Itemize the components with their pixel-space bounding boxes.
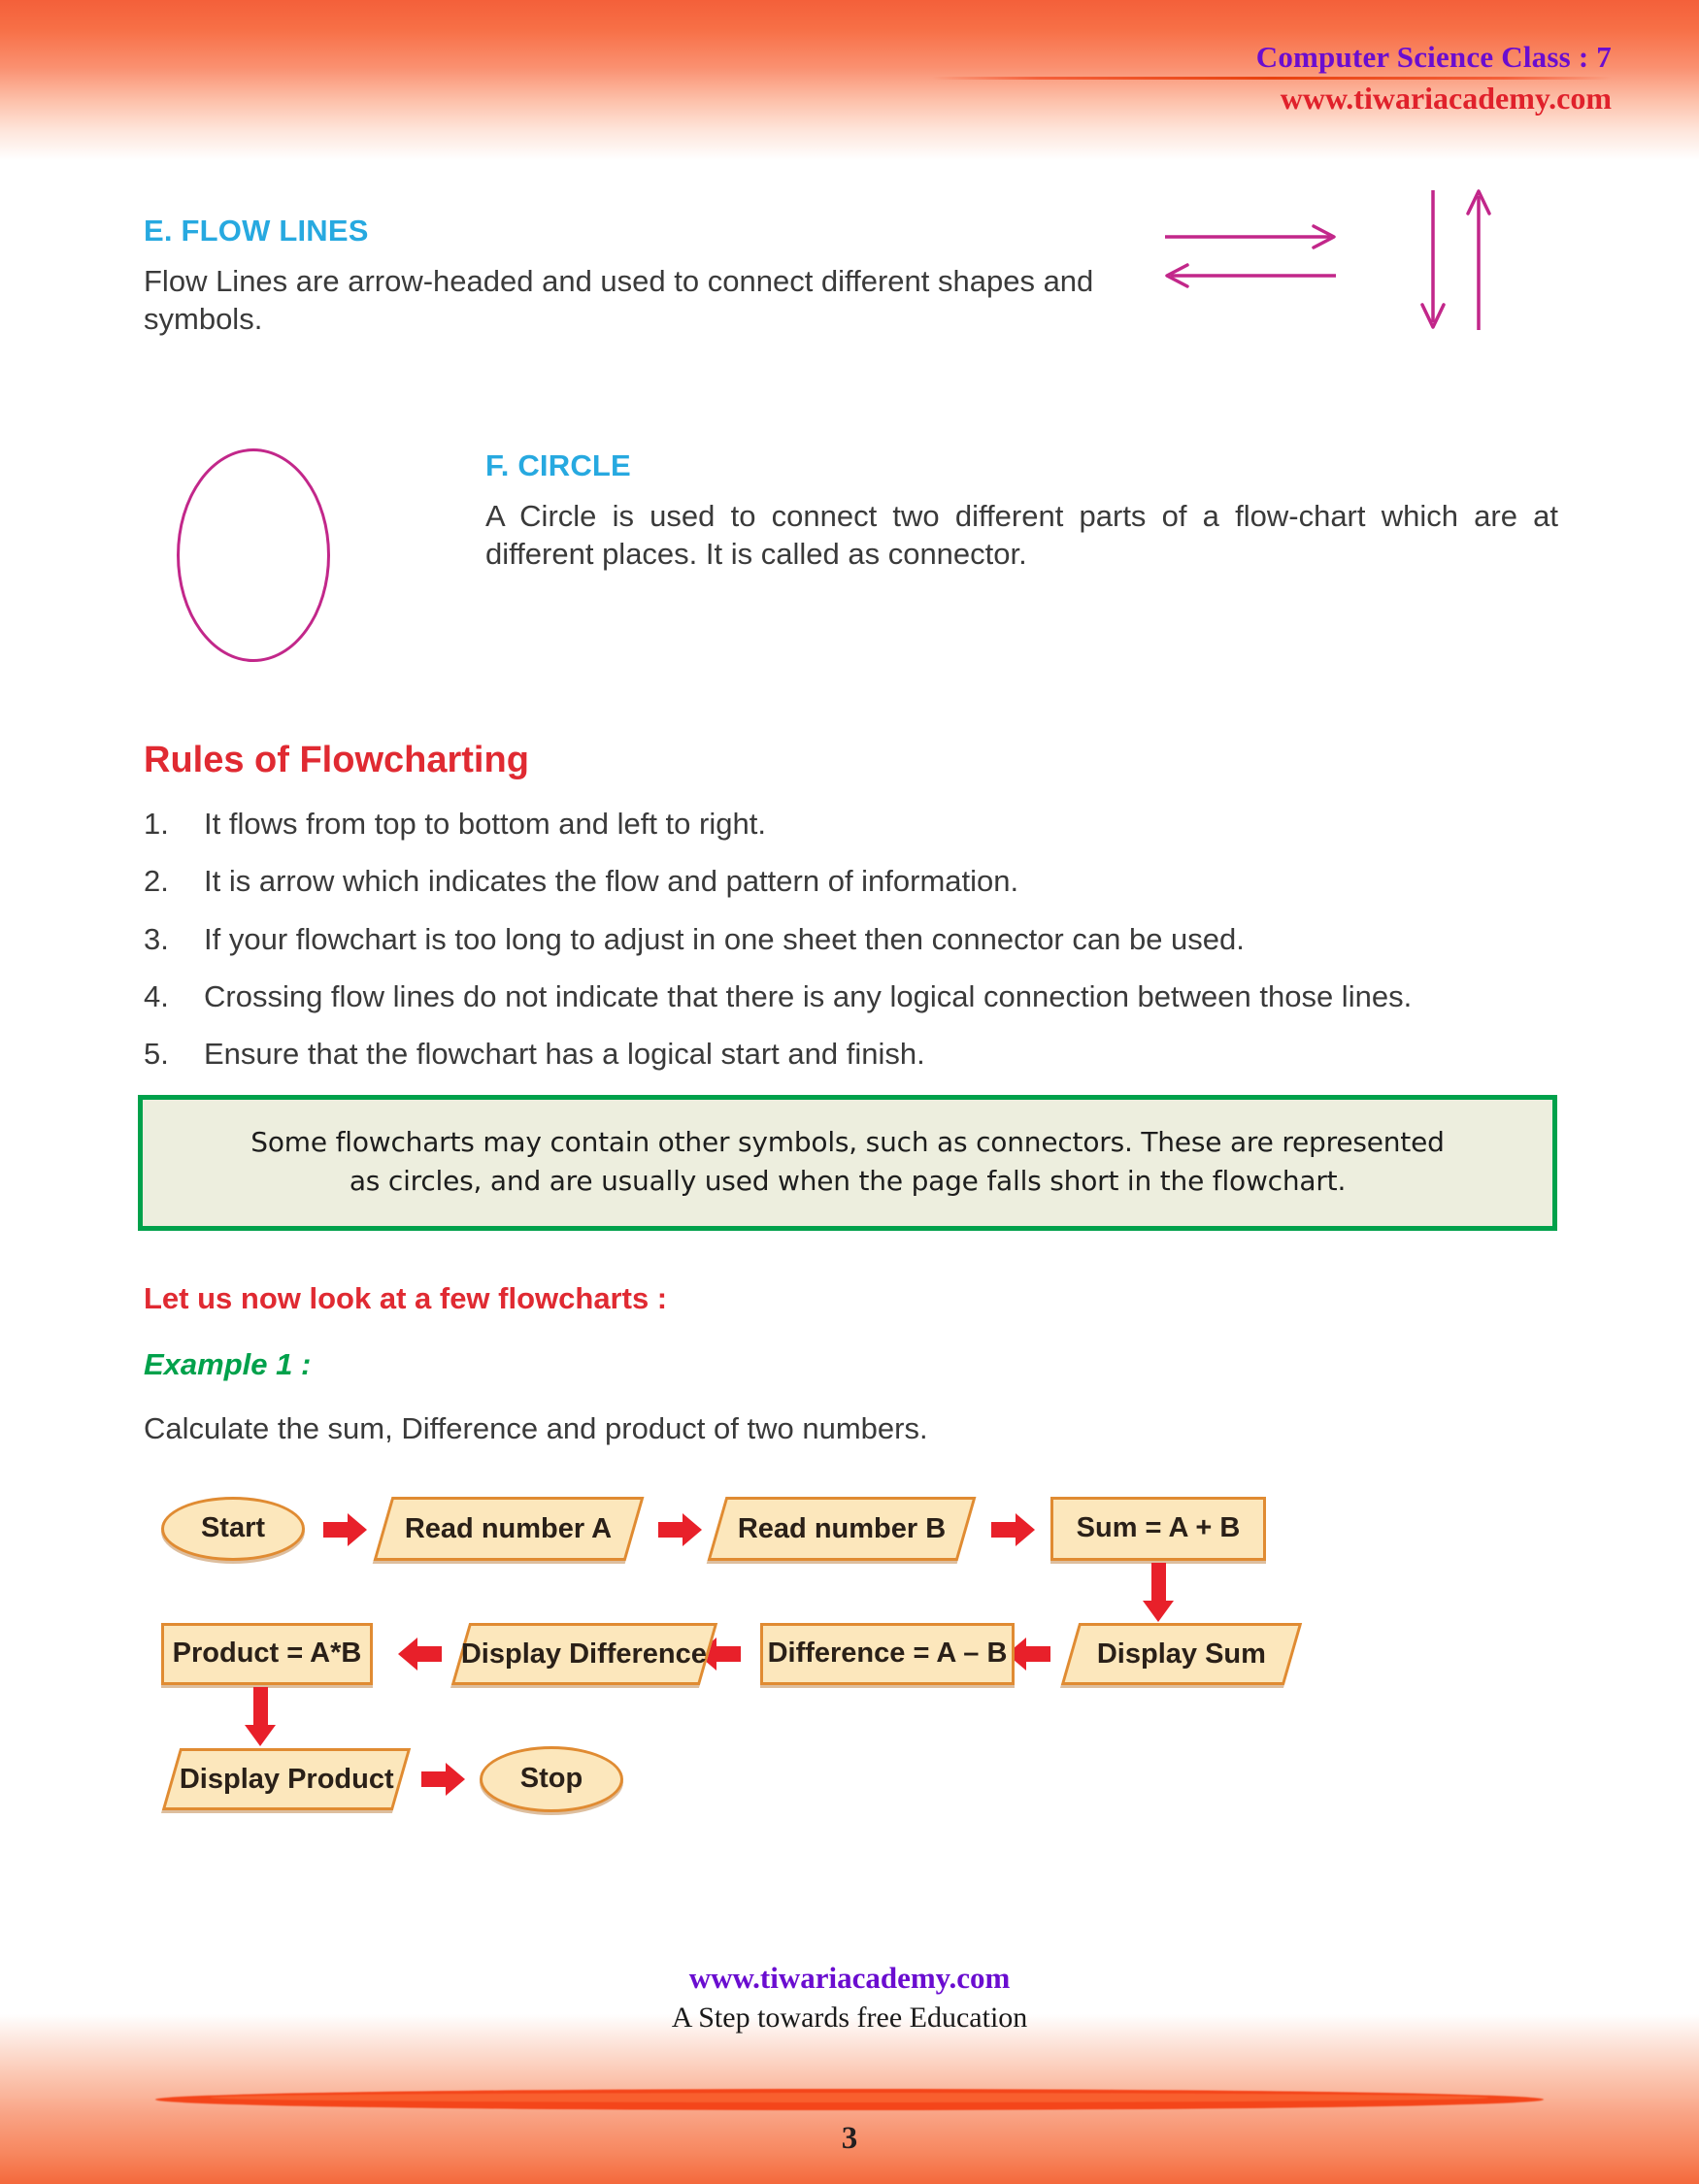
- document-page: Computer Science Class : 7 www.tiwariaca…: [0, 0, 1699, 2184]
- arrow-up-icon: [1466, 189, 1491, 330]
- rules-list-item: 5. Ensure that the flowchart has a logic…: [144, 1035, 1556, 1074]
- callout-line-2: as circles, and are usually used when th…: [349, 1165, 1347, 1198]
- flow-line-arrows-illustration: [1163, 186, 1551, 342]
- flowchart-node-label: Sum = A + B: [1076, 1512, 1241, 1544]
- rules-list-item: 2. It is arrow which indicates the flow …: [144, 862, 1556, 901]
- flowchart-arrow-read-b-to-sum: [991, 1512, 1035, 1546]
- document-footer: www.tiwariacademy.com A Step towards fre…: [0, 1961, 1699, 2035]
- arrow-left-icon: [1165, 263, 1336, 288]
- header-divider-line: [932, 77, 1612, 81]
- rule-text: Crossing flow lines do not indicate that…: [204, 978, 1413, 1013]
- footer-website: www.tiwariacademy.com: [688, 1961, 1011, 1995]
- section-circle: F. CIRCLE A Circle is used to connect tw…: [144, 448, 1558, 672]
- flowchart-node-start: Start: [161, 1496, 305, 1561]
- flowchart-node-label: Display Product: [179, 1763, 394, 1795]
- flowchart-arrow-product-to-display-product: [245, 1686, 276, 1746]
- flowchart-node-display-product: Display Product: [161, 1747, 412, 1810]
- flowchart-node-stop: Stop: [480, 1745, 623, 1812]
- flowchart-arrow-display-difference-to-product: [398, 1637, 442, 1671]
- rule-number: 4.: [144, 978, 169, 1013]
- arrow-right-icon: [1165, 224, 1336, 249]
- circle-body: A Circle is used to connect two differen…: [485, 499, 1558, 572]
- footer-tagline: A Step towards free Education: [671, 2001, 1028, 2034]
- rule-text: If your flowchart is too long to adjust …: [204, 921, 1245, 956]
- rule-text: It is arrow which indicates the flow and…: [204, 864, 1019, 899]
- circle-text-block: F. CIRCLE A Circle is used to connect tw…: [485, 448, 1558, 574]
- flowchart-node-label: Read number A: [405, 1512, 613, 1544]
- flowchart-node-display-sum: Display Sum: [1060, 1622, 1303, 1685]
- flowchart-node-product: Product = A*B: [161, 1622, 373, 1685]
- example-label: Example 1 :: [144, 1346, 312, 1381]
- flowchart-example-1: Start Read number A Read number B Sum = …: [161, 1479, 1549, 1812]
- rules-heading: Rules of Flowcharting: [144, 740, 529, 780]
- flowchart-node-label: Stop: [519, 1763, 583, 1795]
- rules-list-item: 4. Crossing flow lines do not indicate t…: [144, 977, 1556, 1016]
- footer-lens-divider: [155, 2089, 1544, 2110]
- flowchart-node-read-number-b: Read number B: [707, 1496, 977, 1561]
- flowchart-node-label: Start: [200, 1512, 266, 1544]
- flow-lines-body: Flow Lines are arrow-headed and used to …: [144, 264, 1094, 337]
- flowchart-node-read-number-a: Read number A: [373, 1496, 645, 1561]
- rule-number: 5.: [144, 1037, 169, 1072]
- rules-list: 1. It flows from top to bottom and left …: [144, 805, 1556, 1074]
- header-website: www.tiwariacademy.com: [1280, 81, 1612, 116]
- circle-heading: F. CIRCLE: [485, 448, 631, 482]
- flowchart-node-difference: Difference = A – B: [760, 1622, 1015, 1685]
- note-callout-box: Some flowcharts may contain other symbol…: [138, 1095, 1557, 1231]
- rules-list-item: 3. If your flowchart is too long to adju…: [144, 920, 1556, 959]
- callout-line-1: Some flowcharts may contain other symbol…: [250, 1126, 1445, 1159]
- header-class-title: Computer Science Class : 7: [1255, 40, 1612, 74]
- lets-look-heading: Let us now look at a few flowcharts :: [144, 1280, 668, 1315]
- flowchart-node-label: Difference = A – B: [767, 1638, 1008, 1670]
- flowchart-arrow-display-sum-to-difference: [1007, 1637, 1050, 1671]
- page-content: E. FLOW LINES Flow Lines are arrow-heade…: [138, 189, 1558, 1812]
- example-description: Calculate the sum, Difference and produc…: [144, 1410, 928, 1445]
- flowchart-node-label: Display Difference: [461, 1638, 708, 1670]
- flowchart-arrow-difference-to-display-difference: [697, 1637, 741, 1671]
- section-flow-lines: E. FLOW LINES Flow Lines are arrow-heade…: [144, 189, 1556, 369]
- rule-number: 2.: [144, 864, 169, 899]
- flowchart-arrow-start-to-read-a: [323, 1512, 367, 1546]
- flowchart-arrow-sum-to-display-sum: [1143, 1562, 1174, 1622]
- connector-circle-shape: [177, 448, 330, 662]
- flow-lines-text-block: Flow Lines are arrow-headed and used to …: [144, 262, 1115, 339]
- flowchart-arrow-read-a-to-read-b: [658, 1512, 702, 1546]
- flowchart-arrow-display-product-to-stop: [421, 1762, 465, 1796]
- flow-arrows-svg: [1165, 189, 1491, 330]
- page-number: 3: [841, 2121, 858, 2156]
- rule-number: 3.: [144, 921, 169, 956]
- flowchart-node-label: Display Sum: [1096, 1638, 1267, 1670]
- arrow-down-icon: [1420, 190, 1446, 329]
- flowchart-node-label: Product = A*B: [172, 1638, 362, 1670]
- rules-list-item: 1. It flows from top to bottom and left …: [144, 805, 1556, 844]
- rule-text: It flows from top to bottom and left to …: [204, 807, 766, 841]
- flowchart-node-display-difference: Display Difference: [450, 1622, 718, 1685]
- document-header: Computer Science Class : 7 www.tiwariaca…: [932, 40, 1612, 116]
- flowchart-node-label: Read number B: [737, 1512, 947, 1544]
- flowchart-node-sum: Sum = A + B: [1050, 1496, 1266, 1561]
- rule-number: 1.: [144, 807, 169, 841]
- rule-text: Ensure that the flowchart has a logical …: [204, 1037, 925, 1072]
